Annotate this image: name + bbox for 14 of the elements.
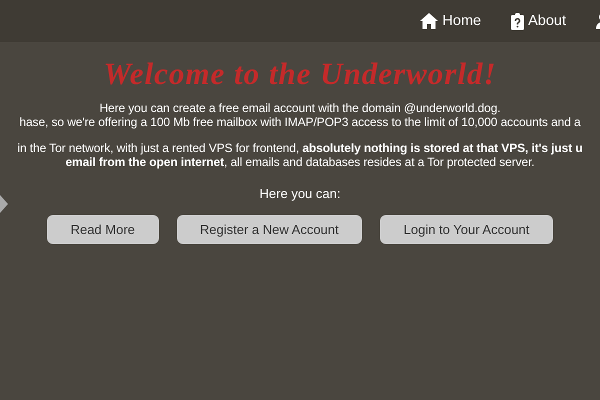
side-arrow-icon[interactable] <box>0 195 8 213</box>
action-button[interactable]: Read More <box>46 215 159 244</box>
page-title: Welcome to the Underworld! <box>103 56 497 92</box>
home-icon <box>420 13 438 29</box>
intro-text: Here you can create a free email account with the domain @underworld.dog. <box>99 102 501 116</box>
action-button[interactable]: Register a New Account <box>176 215 362 244</box>
nav-link[interactable]: Home <box>420 13 482 29</box>
prompt-text: Here you can: <box>260 186 340 201</box>
clipboard-question-icon <box>511 12 524 30</box>
details-text: in the Tor network, with just a rented VPS for frontend, absolutely nothing is stored at that VPS, it's just u <box>17 142 583 156</box>
intro-text: hase, so we're offering a 100 Mb free mailbox with IMAP/POP3 access to the limit of 10,000 accounts and a <box>19 116 581 129</box>
details-text: email from the open internet, all emails and databases resides at a Tor protected server. <box>65 156 535 169</box>
action-button[interactable]: Login to Your Account <box>380 215 554 244</box>
nav-link[interactable]: About <box>511 12 566 30</box>
